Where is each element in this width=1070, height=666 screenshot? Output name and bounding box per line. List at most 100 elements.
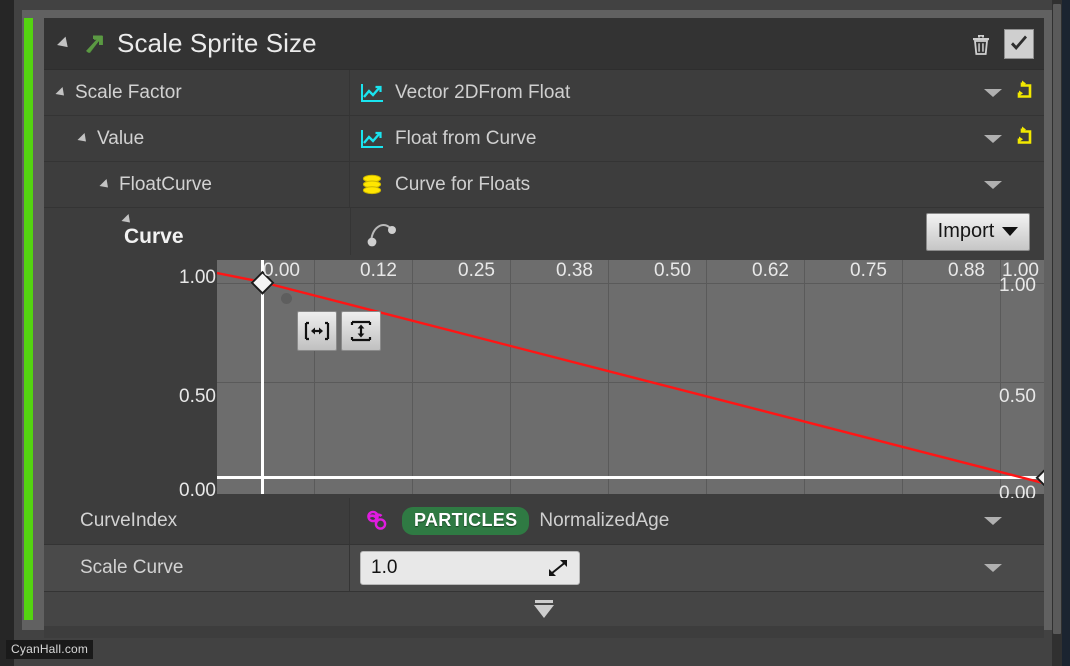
property-row-scale-factor[interactable]: Scale Factor Vector 2DFrom Float	[44, 70, 1044, 116]
module-title-actions	[966, 18, 1034, 70]
reset-to-default-value[interactable]	[1014, 125, 1036, 152]
page-title: Scale Sprite Size	[117, 28, 317, 58]
fit-vertical-button[interactable]	[341, 311, 381, 351]
chevron-down-icon	[984, 134, 1002, 143]
y-axis-tick-label-right: 0.50	[999, 386, 1036, 407]
property-label: CurveIndex	[80, 510, 178, 531]
green-arrow-up-right-icon	[86, 35, 103, 53]
dropdown-chevron-floatcurve[interactable]	[984, 180, 1002, 189]
property-label-cell: FloatCurve	[44, 162, 350, 207]
delete-module-button[interactable]	[966, 29, 996, 59]
gridline-horizontal	[217, 382, 1044, 383]
property-row-floatcurve[interactable]: FloatCurve Curve for Floats	[44, 162, 1044, 208]
curve-fit-buttons	[297, 311, 381, 351]
stack-database-icon	[362, 174, 382, 194]
gridline-vertical	[608, 260, 609, 494]
curve-key-point[interactable]	[1035, 465, 1044, 490]
chevron-down-icon	[984, 180, 1002, 189]
module-expander-toggle[interactable]	[57, 36, 72, 51]
dropdown-chevron-scale-curve[interactable]	[984, 564, 1002, 572]
chevron-down-icon	[984, 88, 1002, 97]
gridline-vertical	[412, 260, 413, 494]
property-value-cell[interactable]: Curve for Floats	[350, 162, 1044, 207]
vertical-scrollbar-thumb[interactable]	[1053, 4, 1061, 634]
x-axis-tick-label: 0.50	[654, 260, 691, 281]
dropdown-chevron-scale-factor[interactable]	[984, 88, 1002, 97]
x-axis-tick-label: 0.12	[360, 260, 397, 281]
chain-link-icon	[367, 510, 387, 530]
dropdown-chevron-curve-index[interactable]	[984, 517, 1002, 525]
property-label-cell: Scale Curve	[44, 545, 350, 591]
x-axis-tick-label: 0.75	[850, 260, 887, 281]
fit-horizontal-button[interactable]	[297, 311, 337, 351]
attribute-name: NormalizedAge	[539, 510, 670, 531]
property-value-cell[interactable]: 1.0	[350, 545, 1044, 591]
gridline-horizontal	[217, 283, 1044, 284]
reset-to-default-scale-factor[interactable]	[1014, 79, 1036, 106]
gridline-vertical	[706, 260, 707, 494]
import-button[interactable]: Import	[926, 212, 1030, 251]
graph-plot-area[interactable]	[217, 260, 1044, 494]
x-axis-tick-label: 0.62	[752, 260, 789, 281]
curve-graph-icon	[361, 129, 383, 148]
property-value-cell[interactable]: Float from Curve	[350, 116, 1044, 161]
x-axis-tick-label: 0.25	[458, 260, 495, 281]
gridline-vertical	[314, 260, 315, 494]
module-title-bar[interactable]: Scale Sprite Size	[44, 18, 1044, 70]
curve-section-header[interactable]: Curve Import	[44, 208, 1044, 255]
triangle-expanded-icon	[57, 36, 72, 51]
expander-toggle-value[interactable]	[77, 132, 90, 145]
caret-down-icon	[1002, 227, 1019, 236]
import-button-label: Import	[937, 220, 995, 242]
curve-graph-icon	[361, 83, 383, 102]
property-value: Float from Curve	[395, 127, 537, 149]
fit-horizontal-icon	[304, 321, 330, 341]
checkmark-icon	[1011, 35, 1027, 50]
caret-down-icon	[534, 605, 554, 618]
property-row-scale-curve[interactable]: Scale Curve 1.0	[44, 545, 1044, 592]
curve-toolbar: Import	[350, 208, 1044, 255]
property-value-cell[interactable]: PARTICLES NormalizedAge	[350, 498, 1044, 544]
y-axis-tick-label: 0.50	[179, 386, 216, 407]
property-label: FloatCurve	[119, 173, 212, 195]
curve-key-icon	[367, 223, 396, 246]
expander-toggle-scale-factor[interactable]	[55, 86, 68, 99]
drag-value-icon	[549, 560, 567, 576]
property-label: Scale Curve	[80, 557, 184, 578]
x-axis-line	[217, 476, 1044, 479]
scale-curve-input[interactable]: 1.0	[360, 551, 580, 585]
reset-arrow-icon	[1017, 80, 1032, 98]
curve-editor-graph[interactable]: 1.00 0.50 0.00 0.00 0.12 0.25 0.38 0.50 …	[44, 255, 1044, 498]
x-axis-tick-label: 0.38	[556, 260, 593, 281]
module-enabled-checkbox[interactable]	[1004, 29, 1034, 59]
expander-toggle-floatcurve[interactable]	[99, 178, 112, 191]
dropdown-chevron-value[interactable]	[984, 134, 1002, 143]
property-row-value[interactable]: Value Float from Curve	[44, 116, 1044, 162]
y-axis-tick-label-right: 1.00	[999, 275, 1036, 296]
x-axis-tick-label: 0.88	[948, 260, 985, 281]
scale-curve-value: 1.0	[371, 557, 398, 578]
property-value: Vector 2DFrom Float	[395, 81, 571, 103]
module-footer-expander[interactable]	[44, 592, 1044, 626]
property-value-cell[interactable]: Vector 2DFrom Float	[350, 70, 1044, 115]
triangle-expanded-icon	[99, 178, 112, 191]
window-left-edge	[0, 0, 14, 666]
property-value: Curve for Floats	[395, 173, 531, 195]
gridline-vertical	[804, 260, 805, 494]
tangent-handle[interactable]	[281, 293, 292, 304]
property-label: Value	[97, 127, 145, 149]
y-axis-tick-label-right: 0.00	[999, 483, 1036, 498]
curve-polyline	[217, 271, 1044, 485]
gridline-vertical	[902, 260, 903, 494]
curve-label-cell: Curve	[44, 213, 184, 249]
property-label-cell: Value	[44, 116, 350, 161]
namespace-badge: PARTICLES	[402, 507, 530, 535]
y-axis-line	[261, 260, 264, 494]
expander-toggle-curve[interactable]	[121, 213, 174, 226]
property-label-cell: Scale Factor	[44, 70, 350, 115]
property-row-curve-index[interactable]: CurveIndex PARTICLES NormalizedAge	[44, 498, 1044, 545]
module-details-container: Scale Sprite Size Scale Factor Vector 2D…	[44, 18, 1044, 638]
x-axis-tick-label: 0.00	[263, 260, 300, 281]
module-selection-bar	[24, 18, 33, 620]
reset-arrow-icon	[1017, 126, 1032, 144]
